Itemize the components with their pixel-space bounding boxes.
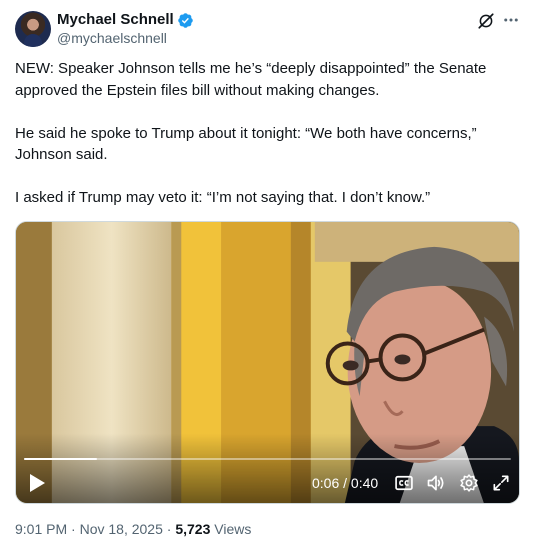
- settings-icon[interactable]: [459, 473, 479, 493]
- tweet-meta: 9:01 PM · Nov 18, 2025 · 5,723 Views: [15, 521, 251, 538]
- meta-separator: ·: [162, 521, 176, 537]
- more-icon[interactable]: [502, 11, 520, 29]
- video-player[interactable]: 0:06 / 0:40: [15, 221, 520, 504]
- tweet-paragraph: NEW: Speaker Johnson tells me he’s “deep…: [15, 60, 487, 99]
- views-count: 5,723: [175, 521, 211, 537]
- verified-badge-icon: [177, 12, 193, 28]
- author-name-row: Mychael Schnell: [57, 11, 194, 29]
- tweet-paragraph: He said he spoke to Trump about it tonig…: [15, 124, 477, 164]
- video-frame[interactable]: [16, 222, 519, 504]
- volume-icon[interactable]: [426, 473, 446, 493]
- meta-separator: ·: [67, 521, 80, 537]
- captions-icon[interactable]: [394, 473, 414, 493]
- fullscreen-icon[interactable]: [491, 473, 511, 493]
- tweet-time[interactable]: 9:01 PM: [15, 521, 67, 537]
- tweet-paragraph: I asked if Trump may veto it: “I’m not s…: [15, 189, 431, 206]
- tweet-header: Mychael Schnell @mychaelschnell: [15, 9, 520, 49]
- video-progress-fill: [24, 458, 98, 460]
- video-progress-bar[interactable]: [24, 458, 511, 460]
- avatar[interactable]: [15, 11, 51, 47]
- grok-icon[interactable]: [477, 12, 495, 30]
- play-icon[interactable]: [28, 473, 46, 493]
- video-controls: 0:06 / 0:40: [16, 463, 519, 503]
- author-display-name[interactable]: Mychael Schnell: [57, 11, 174, 29]
- author-handle[interactable]: @mychaelschnell: [57, 30, 167, 47]
- tweet-text: NEW: Speaker Johnson tells me he’s “deep…: [15, 58, 520, 209]
- tweet-date[interactable]: Nov 18, 2025: [80, 521, 163, 537]
- video-time: 0:06 / 0:40: [312, 475, 379, 491]
- views-label: Views: [214, 521, 252, 537]
